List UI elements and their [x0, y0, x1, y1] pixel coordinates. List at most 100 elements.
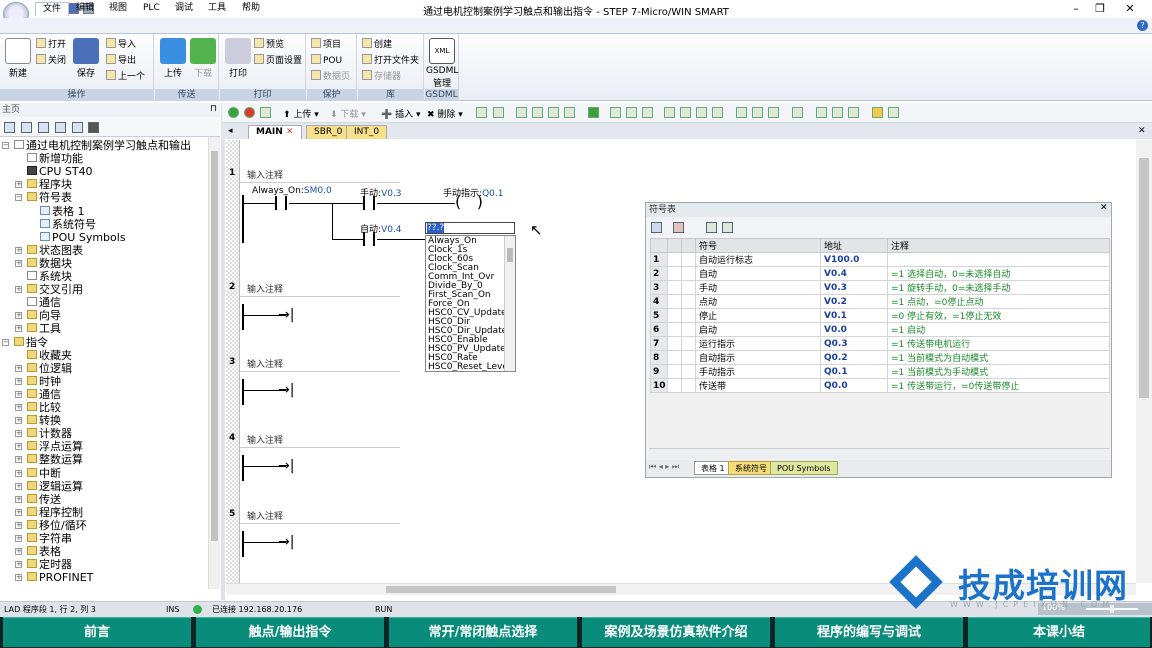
- goto-icon[interactable]: [588, 107, 599, 118]
- row-number[interactable]: 3: [650, 280, 668, 295]
- editor-vscrollbar[interactable]: [1136, 140, 1152, 583]
- delete-row-icon[interactable]: [673, 222, 684, 233]
- expand-icon[interactable]: +: [15, 508, 22, 516]
- tools-icon[interactable]: [872, 107, 883, 118]
- menu-view[interactable]: 视图: [102, 2, 134, 16]
- tree-item[interactable]: 交叉引用: [27, 283, 83, 296]
- cell-symbol[interactable]: 传送带: [695, 378, 821, 393]
- contact-icon[interactable]: [516, 107, 527, 118]
- tree-item[interactable]: 程序控制: [27, 506, 83, 519]
- table-row[interactable]: 1 自动运行标志 V100.0: [650, 252, 1110, 267]
- menu-tools[interactable]: 工具: [201, 2, 233, 16]
- lesson-nav-button[interactable]: 程序的编写与调试: [775, 617, 963, 647]
- bookmark-icon[interactable]: [493, 107, 504, 118]
- lesson-nav-button[interactable]: 本课小结: [968, 617, 1150, 647]
- expand-icon[interactable]: +: [15, 430, 22, 438]
- cell-comment[interactable]: =1 启动: [887, 322, 1110, 337]
- add-row-icon[interactable]: [651, 222, 662, 233]
- tree-item[interactable]: POU Symbols: [40, 231, 126, 244]
- sort-icon[interactable]: [706, 222, 717, 233]
- editor-upload-button[interactable]: ⬆ 上传 ▾: [283, 107, 319, 120]
- run-icon[interactable]: [228, 107, 239, 118]
- line-right-icon[interactable]: [712, 107, 723, 118]
- expand-icon[interactable]: +: [15, 521, 22, 529]
- address-icon[interactable]: [626, 107, 637, 118]
- tree-item[interactable]: 系统块: [27, 270, 72, 283]
- upload-button[interactable]: 上传: [157, 34, 189, 79]
- expand-icon[interactable]: +: [15, 561, 22, 569]
- expand-icon[interactable]: +: [15, 246, 22, 254]
- download-button[interactable]: 下载: [187, 34, 219, 79]
- cell-address[interactable]: Q0.2: [820, 350, 888, 365]
- cell-symbol[interactable]: 点动: [695, 294, 821, 309]
- symbol-table-hscrollbar[interactable]: [649, 448, 1109, 459]
- cell-symbol[interactable]: 自动指示: [695, 350, 821, 365]
- tree-properties-icon[interactable]: [38, 122, 49, 133]
- tree-item[interactable]: 系统符号: [40, 218, 96, 231]
- table-row[interactable]: 9 手动指示 Q0.1 =1 当前模式为手动模式: [650, 364, 1110, 379]
- operand-input[interactable]: ??.?: [425, 222, 515, 234]
- expand-icon[interactable]: +: [15, 390, 22, 398]
- sym-tab-table1[interactable]: 表格 1: [694, 461, 732, 475]
- protect-project-button[interactable]: 项目: [311, 38, 341, 52]
- expand-icon[interactable]: +: [15, 469, 22, 477]
- row-number[interactable]: 1: [650, 252, 668, 267]
- cell-address[interactable]: V0.1: [820, 308, 888, 323]
- edit-icon[interactable]: [832, 107, 843, 118]
- tree-item[interactable]: 数据块: [27, 257, 72, 270]
- row-number[interactable]: 10: [650, 378, 668, 393]
- minimize-button[interactable]: –: [1066, 1, 1086, 16]
- tree-item[interactable]: 移位/循环: [27, 519, 87, 532]
- expand-icon[interactable]: +: [15, 548, 22, 556]
- expand-icon[interactable]: +: [15, 325, 22, 333]
- page-setup-button[interactable]: 页面设置: [254, 54, 302, 68]
- symbol-autocomplete-list[interactable]: Always_On Clock_1s Clock_60s Clock_Scan Comm…: [425, 235, 516, 372]
- stop-icon[interactable]: [244, 107, 255, 118]
- tree-item[interactable]: 字符串: [27, 532, 72, 545]
- tree-collapse-icon[interactable]: [21, 122, 32, 133]
- cell-address[interactable]: Q0.0: [820, 378, 888, 393]
- collapse-icon[interactable]: −: [15, 194, 22, 202]
- network-comment[interactable]: 输入注释: [247, 433, 283, 446]
- tree-item[interactable]: 表格: [27, 545, 61, 558]
- symbol-table-close-icon[interactable]: ✕: [1100, 203, 1108, 213]
- protect-datapage-button[interactable]: 数据页: [311, 70, 350, 84]
- tab-nav-icon[interactable]: ⏮ ◂ ▸ ⏭: [649, 462, 679, 472]
- box-icon[interactable]: [548, 107, 559, 118]
- tab-sbr0[interactable]: SBR_0: [306, 125, 351, 139]
- tree-item[interactable]: 转换: [27, 414, 61, 427]
- column-address[interactable]: 地址: [820, 238, 888, 253]
- lesson-nav-button[interactable]: 常开/常闭触点选择: [389, 617, 577, 647]
- cell-comment[interactable]: =1 传送带运行，=0传送带停止: [887, 378, 1110, 393]
- tree-item[interactable]: PROFINET: [27, 571, 93, 584]
- menu-edit[interactable]: 编辑: [69, 2, 101, 16]
- row-number[interactable]: 2: [650, 266, 668, 281]
- insert-button[interactable]: ➕ 插入 ▾: [381, 107, 420, 120]
- tree-item[interactable]: 整数运算: [27, 453, 83, 466]
- tree-monitor-icon[interactable]: [88, 122, 99, 133]
- tree-item[interactable]: 时钟: [27, 375, 61, 388]
- network-comment[interactable]: 输入注释: [247, 282, 283, 295]
- expand-icon[interactable]: +: [15, 181, 22, 189]
- cell-address[interactable]: V100.0: [820, 252, 888, 267]
- open-folder-button[interactable]: 打开文件夹: [362, 54, 419, 68]
- tree-item[interactable]: 定时器: [27, 558, 72, 571]
- network-comment[interactable]: 输入注释: [247, 509, 283, 522]
- cell-comment[interactable]: =0 停止有效，=1停止无效: [887, 308, 1110, 323]
- help-icon[interactable]: ?: [1137, 20, 1148, 31]
- filter-icon[interactable]: [722, 222, 733, 233]
- row-number[interactable]: 4: [650, 294, 668, 309]
- lesson-nav-button[interactable]: 前言: [3, 617, 191, 647]
- cell-symbol[interactable]: 自动运行标志: [695, 252, 821, 267]
- protect-pou-button[interactable]: POU: [311, 54, 342, 68]
- autocomplete-scrollbar[interactable]: [504, 236, 515, 371]
- cell-address[interactable]: Q0.3: [820, 336, 888, 351]
- coil-insert-icon[interactable]: [752, 107, 763, 118]
- close-project-button[interactable]: 关闭: [36, 54, 66, 68]
- tree-item[interactable]: 指令: [14, 336, 48, 349]
- table-icon[interactable]: [816, 107, 827, 118]
- expand-icon[interactable]: +: [15, 286, 22, 294]
- menu-debug[interactable]: 调试: [168, 2, 200, 16]
- column-comment[interactable]: 注释: [887, 238, 1110, 253]
- compile-icon[interactable]: [260, 107, 271, 118]
